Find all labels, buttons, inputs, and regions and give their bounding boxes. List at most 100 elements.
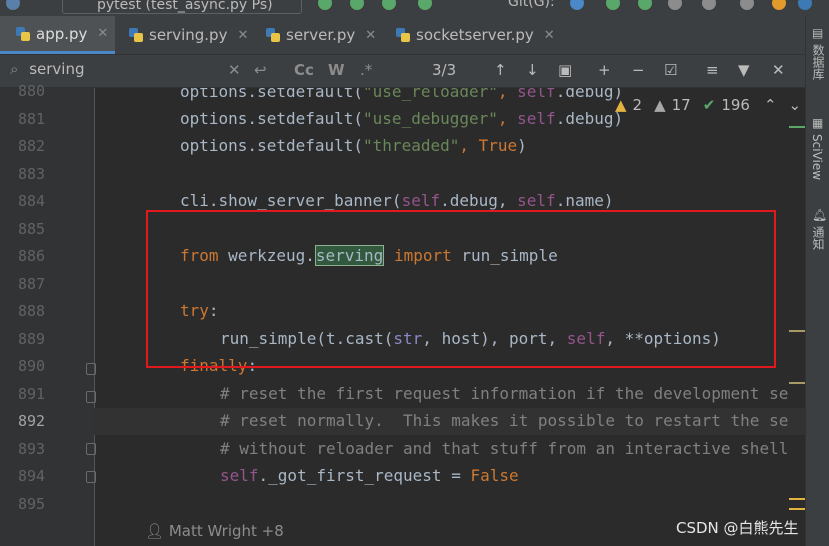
vcs-commit-icon[interactable]	[606, 0, 620, 10]
run-configuration-label: pytest (test_async.py Ps)	[97, 0, 273, 13]
next-occurrence-icon[interactable]: ↓	[526, 61, 539, 79]
line-number: 888	[18, 302, 46, 320]
python-file-icon	[266, 27, 280, 43]
line-number: 886	[18, 247, 46, 265]
python-file-icon	[129, 27, 143, 43]
filter-icon[interactable]: ▼	[738, 61, 750, 79]
rollback-icon[interactable]	[702, 0, 716, 10]
tab-serving-py[interactable]: serving.py ✕	[129, 16, 248, 54]
close-icon[interactable]: ✕	[97, 26, 108, 41]
line-number: 891	[18, 385, 46, 403]
search-input[interactable]: serving	[29, 60, 84, 78]
line-number-gutter: 880 881 882 883 884 885 886 887 888 889 …	[0, 82, 96, 546]
whole-words-button[interactable]: W	[328, 61, 345, 79]
code-line-882: options.setdefault("threaded", True)	[180, 136, 527, 155]
tab-socketserver-py[interactable]: socketserver.py ✕	[396, 16, 555, 54]
previous-occurrence-icon[interactable]: ↑	[494, 61, 507, 79]
warning-marker[interactable]	[789, 126, 805, 128]
warning-marker[interactable]	[789, 330, 805, 332]
vcs-update-icon[interactable]	[570, 0, 584, 10]
person-icon: 👤︎	[145, 522, 165, 540]
author-label: Matt Wright +8	[168, 522, 284, 540]
match-case-button[interactable]: Cc	[294, 61, 314, 79]
python-file-icon	[396, 27, 410, 43]
clear-search-icon[interactable]: ✕	[228, 61, 241, 79]
warning-count: 2	[632, 96, 643, 114]
vcs-push-icon[interactable]	[638, 0, 652, 10]
current-line-number: 892	[18, 412, 46, 430]
warning-marker[interactable]	[789, 382, 805, 384]
editor-tab-bar: app.py ✕ serving.py ✕ server.py ✕ socket…	[0, 16, 805, 55]
regex-button[interactable]: .*	[360, 61, 372, 79]
tab-app-py[interactable]: app.py ✕	[0, 16, 115, 54]
close-icon[interactable]: ✕	[237, 28, 248, 43]
vcs-label[interactable]: Git(G):	[508, 0, 555, 10]
weak-warning-icon: ▲	[654, 96, 666, 114]
code-line-884: cli.show_server_banner(self.debug, self.…	[180, 191, 614, 210]
profile-icon[interactable]	[418, 0, 432, 10]
find-bar: ⌕ serving ✕ ↩ Cc W .* 3/3 ↑ ↓ ▣ + − ☑ ≡ …	[0, 55, 805, 88]
line-number: 880	[18, 82, 46, 100]
line-number: 881	[18, 110, 46, 128]
database-tool-button[interactable]: 数据库	[810, 44, 827, 80]
code-line-880: options.setdefault("use_reloader", self.…	[180, 88, 624, 101]
line-number: 889	[18, 330, 46, 348]
run-icon[interactable]	[318, 0, 332, 10]
search-everywhere-icon[interactable]	[740, 0, 754, 10]
tab-label: app.py	[36, 24, 88, 43]
search-result-marker[interactable]	[789, 508, 805, 510]
python-file-icon	[16, 26, 30, 42]
previous-highlight-icon[interactable]: ⌃	[764, 96, 777, 114]
history-icon[interactable]	[668, 0, 682, 10]
select-all-occurrences-icon[interactable]: ▣	[558, 61, 572, 79]
ide-update-icon[interactable]	[772, 0, 786, 10]
debug-icon[interactable]	[350, 0, 364, 10]
code-line-893: # without reloader and that stuff from a…	[220, 439, 789, 458]
ok-count: 196	[721, 96, 750, 114]
line-number: 890	[18, 357, 46, 375]
tab-server-py[interactable]: server.py ✕	[266, 16, 376, 54]
tab-label: server.py	[286, 26, 356, 44]
user-icon[interactable]	[6, 0, 20, 10]
weak-warning-count: 17	[671, 96, 691, 114]
notifications-tool-button[interactable]: 通知	[810, 226, 827, 250]
match-count: 3/3	[432, 61, 457, 79]
search-field[interactable]: ⌕ serving	[10, 60, 84, 78]
search-result-marker[interactable]	[789, 498, 805, 500]
run-configuration-dropdown[interactable]: pytest (test_async.py Ps)	[62, 0, 302, 14]
remove-occurrence-icon[interactable]: −	[632, 61, 645, 79]
add-occurrence-icon[interactable]: +	[598, 61, 611, 79]
line-number: 883	[18, 165, 46, 183]
sciview-tool-button[interactable]: SciView	[810, 134, 824, 180]
search-icon: ⌕	[10, 60, 19, 78]
line-number: 894	[18, 467, 46, 485]
python-console-icon[interactable]	[798, 0, 812, 10]
select-all-matches-icon[interactable]: ☑	[664, 61, 677, 79]
in-selection-icon[interactable]: ≡	[706, 61, 719, 79]
line-number: 893	[18, 440, 46, 458]
sciview-icon: ▦	[812, 116, 824, 130]
close-find-icon[interactable]: ✕	[772, 61, 785, 79]
code-line-892: # reset normally. This makes it possible…	[220, 411, 789, 430]
warning-icon: ▲	[615, 96, 627, 114]
line-number: 887	[18, 275, 46, 293]
code-line-894: self._got_first_request = False	[220, 466, 519, 485]
right-tool-window-bar: ▤ 数据库 ▦ SciView 🔔︎ 通知	[805, 16, 829, 546]
ok-icon: ✔	[702, 96, 716, 114]
line-number: 884	[18, 192, 46, 210]
line-number: 885	[18, 220, 46, 238]
close-icon[interactable]: ✕	[544, 28, 555, 43]
code-line-881: options.setdefault("use_debugger", self.…	[180, 109, 624, 128]
code-author-hint[interactable]: 👤︎ Matt Wright +8	[145, 522, 284, 540]
annotation-highlight-box	[146, 210, 776, 368]
inspection-widget[interactable]: ▲ 2 ▲ 17 ✔ 196 ⌃ ⌄	[615, 96, 801, 114]
new-line-icon[interactable]: ↩	[254, 61, 267, 79]
tab-label: socketserver.py	[416, 26, 534, 44]
close-icon[interactable]: ✕	[365, 28, 376, 43]
next-highlight-icon[interactable]: ⌄	[789, 96, 802, 114]
coverage-icon[interactable]	[382, 0, 396, 10]
csdn-watermark: CSDN @白熊先生	[676, 519, 799, 537]
tab-label: serving.py	[149, 26, 228, 44]
notifications-icon: 🔔︎	[812, 208, 828, 222]
code-line-891: # reset the first request information if…	[220, 384, 789, 403]
